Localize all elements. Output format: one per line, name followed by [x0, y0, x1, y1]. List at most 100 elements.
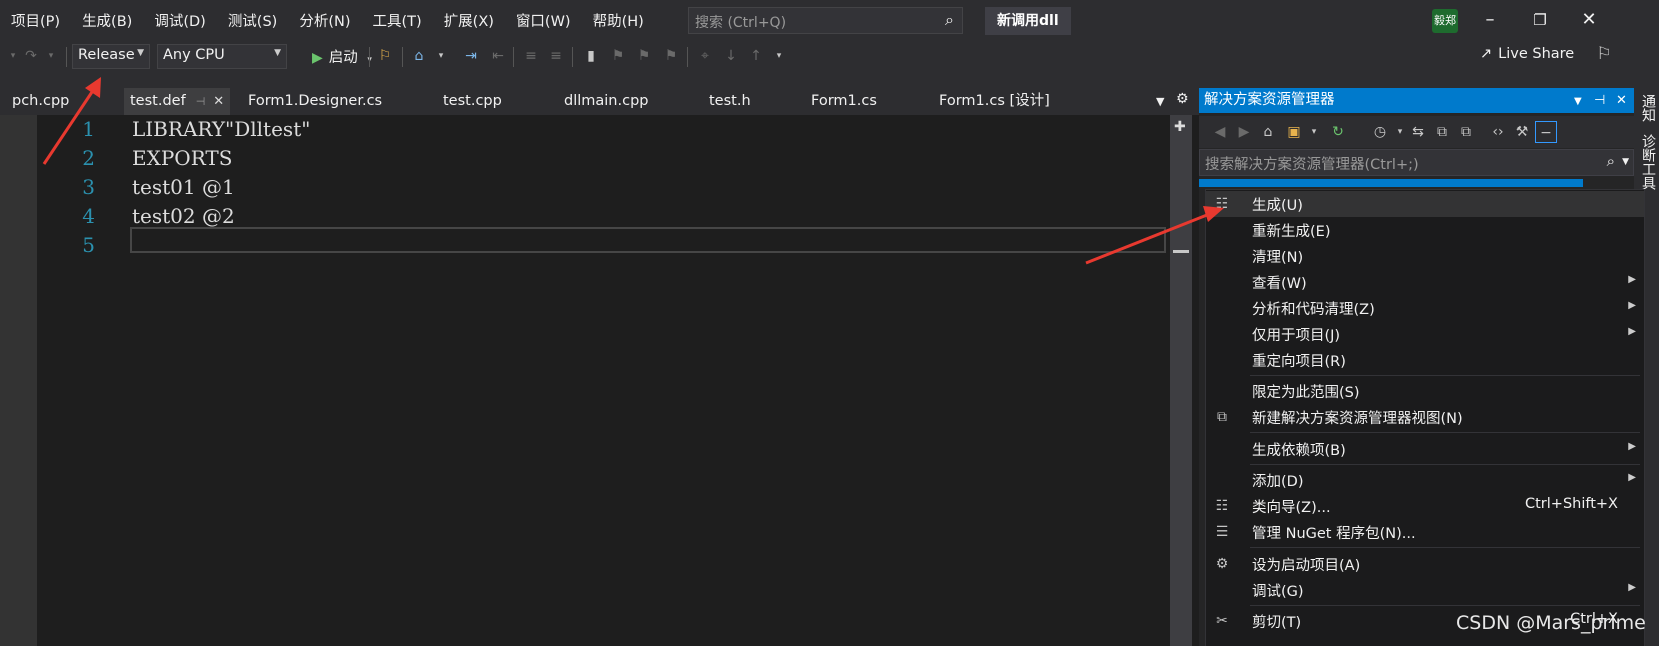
menu-separator — [1250, 375, 1640, 376]
code-text[interactable]: test01 @1 — [132, 173, 235, 202]
uncomment-icon[interactable]: ≡ — [545, 45, 567, 67]
avatar[interactable]: 毅郑 — [1432, 9, 1458, 33]
switch-views-icon[interactable]: ▣ — [1283, 121, 1305, 143]
platform-select[interactable]: Any CPU ▼ — [157, 44, 287, 69]
chevron-down-icon[interactable]: ▾ — [1303, 121, 1325, 143]
menu-item-rebuild[interactable]: 重新生成(E) — [1206, 217, 1644, 243]
pending-changes-icon[interactable]: ↻ — [1327, 121, 1349, 143]
menu-window[interactable]: 窗口(W) — [505, 10, 582, 31]
menu-item-manage-nuget[interactable]: ☰ 管理 NuGet 程序包(N)... — [1206, 519, 1644, 545]
menu-item-add[interactable]: 添加(D) ▶ — [1206, 467, 1644, 493]
menu-item-label: 类向导(Z)... — [1252, 500, 1331, 516]
quick-search-input[interactable]: 搜索 (Ctrl+Q) ⌕ — [688, 7, 963, 34]
chevron-down-icon[interactable]: ▼ — [1622, 157, 1629, 167]
menu-item-project-only[interactable]: 仅用于项目(J) ▶ — [1206, 321, 1644, 347]
tab-diagnostic-tools[interactable]: 诊断工具 — [1638, 134, 1658, 190]
tab-test-cpp[interactable]: test.cpp — [443, 88, 502, 115]
tab-test-h[interactable]: test.h — [709, 88, 751, 115]
live-share-button[interactable]: ↗ Live Share — [1480, 46, 1574, 62]
configuration-select[interactable]: Release ▼ — [72, 44, 150, 69]
arrow-down-icon[interactable]: ↓ — [720, 45, 742, 67]
bookmark-icon[interactable]: ▮ — [580, 45, 602, 67]
menu-extensions[interactable]: 扩展(X) — [433, 10, 505, 31]
tab-test-def[interactable]: test.def ⊣ ✕ — [124, 88, 231, 115]
pin-icon[interactable]: ⊣ — [196, 95, 206, 108]
tab-overflow-icon[interactable]: ▼ — [1156, 95, 1164, 108]
menu-item-build-dependencies[interactable]: 生成依赖项(B) ▶ — [1206, 436, 1644, 462]
solution-search-input[interactable]: 搜索解决方案资源管理器(Ctrl+;) ⌕ ▼ — [1199, 149, 1634, 176]
selected-project-node[interactable] — [1199, 179, 1583, 187]
menu-help[interactable]: 帮助(H) — [582, 10, 655, 31]
menu-project[interactable]: 项目(P) — [0, 10, 71, 31]
menu-item-debug[interactable]: 调试(G) ▶ — [1206, 577, 1644, 603]
vertical-scrollbar[interactable]: ✚ — [1170, 115, 1192, 646]
solution-name: 新调用dll — [985, 7, 1071, 35]
tab-form1-cs-design[interactable]: Form1.cs [设计] — [939, 88, 1050, 115]
close-icon[interactable]: ✕ — [1616, 88, 1627, 113]
step-out-icon[interactable]: ⇤ — [487, 45, 509, 67]
close-tab-icon[interactable]: ✕ — [213, 94, 224, 109]
nuget-icon: ☰ — [1215, 524, 1229, 540]
menu-test[interactable]: 测试(S) — [217, 10, 289, 31]
scroll-thumb[interactable] — [1173, 250, 1189, 253]
redo-dropdown-icon[interactable]: ▾ — [40, 45, 62, 67]
code-text[interactable]: EXPORTS — [132, 144, 232, 173]
code-editor[interactable]: 1 LIBRARY"Dlltest" 2 EXPORTS 3 test01 @1… — [0, 115, 1199, 646]
tab-form1-cs[interactable]: Form1.cs — [811, 88, 877, 115]
history-icon[interactable]: ◷ — [1369, 121, 1391, 143]
pin-icon[interactable]: ⊣ — [1594, 88, 1605, 113]
chevron-down-icon[interactable]: ▾ — [430, 45, 452, 67]
menu-analyze[interactable]: 分析(N) — [288, 10, 361, 31]
code-text[interactable]: LIBRARY"Dlltest" — [132, 115, 310, 144]
tab-dllmain-cpp[interactable]: dllmain.cpp — [564, 88, 648, 115]
menu-item-class-wizard[interactable]: ☷ 类向导(Z)... Ctrl+Shift+X — [1206, 493, 1644, 519]
find-icon[interactable]: ⌖ — [694, 45, 716, 67]
comment-icon[interactable]: ≡ — [520, 45, 542, 67]
gear-icon[interactable]: ⚙ — [1176, 91, 1189, 107]
tab-pch-cpp[interactable]: pch.cpp — [12, 88, 69, 115]
menu-item-retarget[interactable]: 重定向项目(R) — [1206, 347, 1644, 373]
toolbar-overflow-icon[interactable]: ▾ — [768, 45, 790, 67]
menu-item-set-startup[interactable]: ⚙ 设为启动项目(A) — [1206, 551, 1644, 577]
step-icon[interactable]: ⇥ — [460, 45, 482, 67]
menu-item-scope-to-this[interactable]: 限定为此范围(S) — [1206, 378, 1644, 404]
tab-form1-designer-cs[interactable]: Form1.Designer.cs — [248, 88, 382, 115]
menu-item-build[interactable]: ☷ 生成(U) — [1206, 191, 1644, 217]
home-icon[interactable]: ⌂ — [1257, 121, 1279, 143]
sync-icon[interactable]: ⇆ — [1407, 121, 1429, 143]
menu-item-new-view[interactable]: ⧉ 新建解决方案资源管理器视图(N) — [1206, 404, 1644, 430]
view-code-icon[interactable]: ‹› — [1487, 121, 1509, 143]
line-number: 5 — [82, 233, 95, 257]
next-bookmark-icon[interactable]: ⚑ — [633, 45, 655, 67]
tab-notifications[interactable]: 通知 — [1638, 94, 1658, 122]
close-icon[interactable]: ✕ — [1569, 6, 1609, 34]
menu-item-shortcut: Ctrl+Shift+X — [1525, 496, 1618, 512]
start-button[interactable]: ▶启动 ▾ — [312, 46, 372, 68]
collapse-all-icon[interactable]: ⧉ — [1431, 121, 1453, 143]
chevron-down-icon[interactable]: ▼ — [1574, 89, 1582, 114]
prev-bookmark-icon[interactable]: ⚑ — [607, 45, 629, 67]
menu-item-clean[interactable]: 清理(N) — [1206, 243, 1644, 269]
menu-tools[interactable]: 工具(T) — [362, 10, 433, 31]
menu-item-analyze[interactable]: 分析和代码清理(Z) ▶ — [1206, 295, 1644, 321]
menu-item-view[interactable]: 查看(W) ▶ — [1206, 269, 1644, 295]
find-in-files-icon[interactable]: ⚐ — [374, 45, 396, 67]
menu-build[interactable]: 生成(B) — [71, 10, 143, 31]
restore-icon[interactable]: ❐ — [1520, 6, 1560, 34]
home-icon[interactable]: ⌂ — [408, 45, 430, 67]
preview-icon[interactable]: − — [1535, 121, 1557, 143]
redo-icon[interactable]: ↷ — [20, 45, 42, 67]
feedback-icon[interactable]: ⚐ — [1593, 43, 1615, 65]
clear-bookmarks-icon[interactable]: ⚑ — [660, 45, 682, 67]
back-icon[interactable]: ◀ — [1209, 121, 1231, 143]
split-icon[interactable]: ✚ — [1174, 119, 1186, 135]
play-icon: ▶ — [312, 50, 323, 66]
show-all-files-icon[interactable]: ⧉ — [1455, 121, 1477, 143]
menu-debug[interactable]: 调试(D) — [143, 10, 216, 31]
properties-icon[interactable]: ⚒ — [1511, 121, 1533, 143]
forward-icon[interactable]: ▶ — [1233, 121, 1255, 143]
class-wizard-icon: ☷ — [1215, 498, 1229, 514]
arrow-up-icon[interactable]: ↑ — [745, 45, 767, 67]
minimize-icon[interactable]: – — [1470, 6, 1510, 34]
menu-item-label: 调试(G) — [1252, 584, 1304, 600]
